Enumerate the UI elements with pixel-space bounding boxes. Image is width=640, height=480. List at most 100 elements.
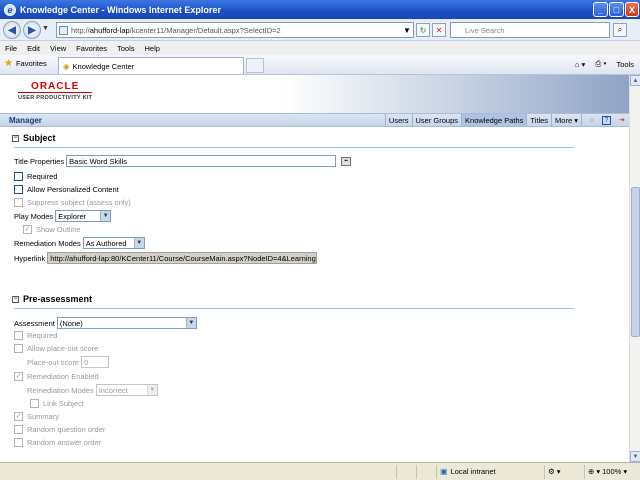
internet-explorer-icon: e bbox=[4, 3, 16, 16]
favorites-bar: ★ Favorites ◉ Knowledge Center ⌂ ▾ ⎙ ▾ T… bbox=[0, 55, 640, 75]
forward-button[interactable]: ▶ bbox=[23, 21, 41, 39]
url-prefix: http:// bbox=[71, 25, 90, 35]
home-icon[interactable]: ⌂ bbox=[587, 116, 596, 125]
stop-icon[interactable]: ✕ bbox=[432, 23, 446, 37]
tab-users[interactable]: Users bbox=[384, 114, 412, 126]
remediation-modes-select[interactable]: As Authored ▼ bbox=[82, 237, 145, 249]
chevron-down-icon: ▾ bbox=[623, 467, 628, 476]
pre-remediation-modes-select[interactable]: Incorrect ▼ bbox=[95, 384, 158, 396]
scroll-thumb[interactable] bbox=[631, 187, 640, 337]
tools-menu[interactable]: Tools bbox=[616, 60, 634, 69]
allow-personalized-label: Allow Personalized Content bbox=[27, 185, 119, 194]
address-dropdown-icon[interactable]: ▼ bbox=[400, 23, 414, 37]
suppress-subject-label: Suppress subject (assess only) bbox=[27, 198, 131, 207]
tab-knowledge-paths[interactable]: Knowledge Paths bbox=[461, 114, 527, 126]
menu-tools[interactable]: Tools bbox=[112, 44, 140, 53]
scroll-down-icon[interactable]: ▼ bbox=[630, 451, 640, 462]
close-button[interactable]: X bbox=[625, 2, 639, 17]
summary-checkbox[interactable]: ✓ bbox=[14, 412, 23, 421]
search-icon[interactable]: ⌕ bbox=[613, 23, 627, 37]
protected-mode-icon[interactable]: ⚙ ▾ bbox=[544, 464, 584, 479]
status-cell bbox=[416, 464, 436, 479]
subject-section-header[interactable]: − Subject bbox=[12, 133, 56, 143]
collapse-icon[interactable]: − bbox=[12, 134, 19, 142]
remediation-modes-label: Remediation Modes bbox=[14, 238, 81, 248]
window-title: Knowledge Center - Windows Internet Expl… bbox=[20, 4, 221, 15]
chevron-down-icon: ▼ bbox=[185, 318, 196, 328]
random-question-checkbox[interactable] bbox=[14, 425, 23, 434]
logo-text: ORACLE bbox=[18, 82, 93, 93]
search-input[interactable]: Live Search bbox=[450, 22, 610, 38]
random-answer-label: Random answer order bbox=[27, 438, 102, 447]
show-outline-checkbox[interactable]: ✓ bbox=[23, 225, 32, 234]
scroll-up-icon[interactable]: ▲ bbox=[630, 75, 640, 86]
favorites-button[interactable]: ★ Favorites bbox=[4, 58, 47, 69]
required-checkbox[interactable] bbox=[14, 172, 23, 181]
menu-bar: File Edit View Favorites Tools Help bbox=[0, 41, 640, 55]
address-toolbar: ◀ ▶ ▼ http://ahufford-lap/kcenter11/Mana… bbox=[0, 19, 640, 41]
oracle-logo: ORACLE USER PRODUCTIVITY KIT bbox=[18, 82, 93, 101]
url-host: ahufford-lap bbox=[89, 25, 130, 35]
title-input[interactable]: Basic Word Skills bbox=[66, 155, 337, 167]
link-subject-label: Link Subject bbox=[43, 399, 84, 408]
command-bar: ⌂ ▾ ⎙ ▾ Tools bbox=[575, 59, 634, 69]
pre-remediation-modes-label: Remediation Modes bbox=[27, 385, 94, 395]
logout-icon[interactable]: ⇥ bbox=[617, 116, 626, 125]
window-title-bar: e Knowledge Center - Windows Internet Ex… bbox=[0, 0, 640, 19]
random-answer-checkbox[interactable] bbox=[14, 438, 23, 447]
zone-label: Local intranet bbox=[450, 467, 496, 476]
menu-edit[interactable]: Edit bbox=[22, 44, 45, 53]
manager-title: Manager bbox=[9, 115, 42, 125]
security-zone[interactable]: ▣ Local intranet bbox=[436, 464, 544, 479]
preassessment-section-header[interactable]: − Pre-assessment bbox=[12, 294, 92, 304]
favorites-label: Favorites bbox=[15, 59, 47, 68]
link-subject-checkbox[interactable] bbox=[30, 399, 39, 408]
tab-more-label: More bbox=[555, 115, 573, 125]
vertical-scrollbar[interactable]: ▲ ▼ bbox=[629, 75, 640, 462]
menu-favorites[interactable]: Favorites bbox=[71, 44, 112, 53]
required-label: Required bbox=[27, 172, 58, 181]
print-icon[interactable]: ⎙ ▾ bbox=[595, 59, 606, 69]
play-modes-label: Play Modes bbox=[14, 211, 54, 221]
page-content: ORACLE USER PRODUCTIVITY KIT Manager Use… bbox=[0, 75, 629, 462]
tab-titles[interactable]: Titles bbox=[526, 114, 551, 126]
manager-nav-bar: Manager Users User Groups Knowledge Path… bbox=[0, 113, 629, 127]
chevron-down-icon: ▼ bbox=[133, 238, 144, 248]
suppress-subject-checkbox[interactable] bbox=[14, 198, 23, 207]
refresh-icon[interactable]: ↻ bbox=[416, 23, 430, 37]
star-icon: ★ bbox=[4, 58, 13, 69]
zoom-control[interactable]: ⊕ ▾ 100% ▾ bbox=[584, 464, 640, 479]
home-icon[interactable]: ⌂ ▾ bbox=[575, 60, 585, 69]
hyperlink-field[interactable]: http://ahufford-lap:80/KCenter11/Course/… bbox=[47, 252, 318, 264]
placeout-score-input[interactable]: 0 bbox=[81, 356, 110, 368]
history-dropdown-icon[interactable]: ▼ bbox=[42, 25, 49, 32]
tab-user-groups[interactable]: User Groups bbox=[411, 114, 462, 126]
remediation-enabled-checkbox[interactable]: ✓ bbox=[14, 372, 23, 381]
minimize-button[interactable]: _ bbox=[593, 2, 608, 17]
chevron-down-icon: ▼ bbox=[100, 211, 111, 221]
allow-placeout-checkbox[interactable] bbox=[14, 344, 23, 353]
pre-required-checkbox[interactable] bbox=[14, 331, 23, 340]
help-icon[interactable]: ? bbox=[602, 115, 611, 125]
tab-more[interactable]: More ▾ bbox=[551, 114, 581, 126]
menu-file[interactable]: File bbox=[0, 44, 22, 53]
tab-icon: ◉ bbox=[63, 61, 70, 71]
assessment-select[interactable]: (None) ▼ bbox=[56, 317, 197, 329]
pre-remediation-modes-value: Incorrect bbox=[98, 385, 128, 395]
address-field[interactable]: http://ahufford-lap/kcenter11/Manager/De… bbox=[56, 22, 414, 38]
back-button[interactable]: ◀ bbox=[3, 21, 21, 39]
collapse-icon[interactable]: − bbox=[12, 295, 19, 303]
logo-subtitle: USER PRODUCTIVITY KIT bbox=[18, 95, 93, 101]
allow-placeout-label: Allow place-out score bbox=[27, 344, 99, 353]
show-outline-label: Show Outline bbox=[36, 225, 81, 234]
zoom-level: 100% bbox=[602, 467, 622, 476]
menu-help[interactable]: Help bbox=[140, 44, 165, 53]
menu-view[interactable]: View bbox=[45, 44, 71, 53]
new-tab-button[interactable] bbox=[246, 58, 264, 73]
maximize-button[interactable]: □ bbox=[609, 2, 624, 17]
allow-personalized-checkbox[interactable] bbox=[14, 185, 23, 194]
browser-tab[interactable]: ◉ Knowledge Center bbox=[58, 57, 244, 74]
lookup-icon[interactable]: ▪▪ bbox=[341, 156, 352, 166]
play-modes-select[interactable]: Explorer ▼ bbox=[55, 210, 112, 222]
url-path: /kcenter11/Manager/Default.aspx?SelectID… bbox=[129, 25, 281, 35]
